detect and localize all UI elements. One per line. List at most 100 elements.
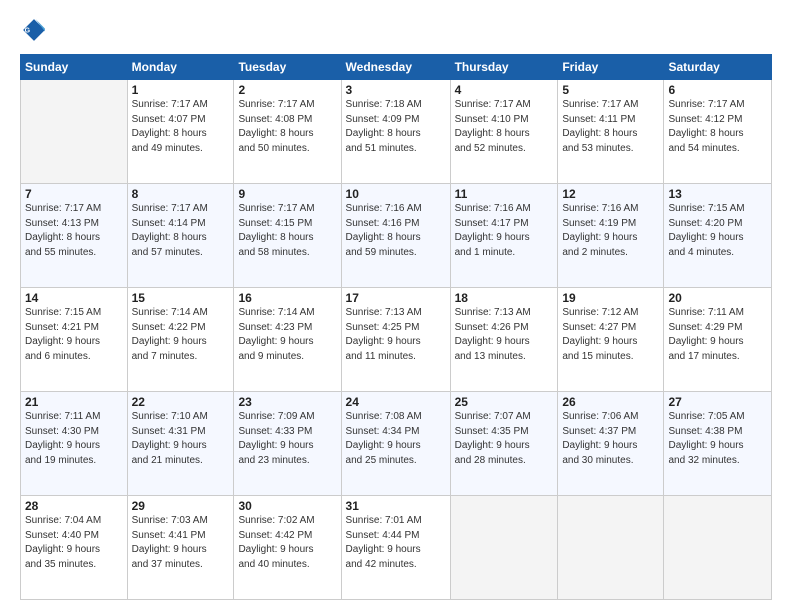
day-detail: Sunrise: 7:17 AMSunset: 4:14 PMDaylight:… [132,202,230,260]
day-header-saturday: Saturday [664,55,772,80]
calendar-header-row: SundayMondayTuesdayWednesdayThursdayFrid… [21,55,772,80]
day-header-thursday: Thursday [450,55,558,80]
calendar-day-cell: 26Sunrise: 7:06 AMSunset: 4:37 PMDayligh… [558,392,664,496]
day-number: 9 [238,187,336,201]
calendar-table: SundayMondayTuesdayWednesdayThursdayFrid… [20,54,772,600]
day-detail: Sunrise: 7:17 AMSunset: 4:10 PMDaylight:… [455,98,554,156]
day-detail: Sunrise: 7:16 AMSunset: 4:17 PMDaylight:… [455,202,554,260]
calendar-day-cell: 2Sunrise: 7:17 AMSunset: 4:08 PMDaylight… [234,80,341,184]
day-number: 11 [455,187,554,201]
calendar-day-cell: 11Sunrise: 7:16 AMSunset: 4:17 PMDayligh… [450,184,558,288]
day-detail: Sunrise: 7:15 AMSunset: 4:20 PMDaylight:… [668,202,767,260]
day-header-wednesday: Wednesday [341,55,450,80]
day-number: 15 [132,291,230,305]
day-detail: Sunrise: 7:03 AMSunset: 4:41 PMDaylight:… [132,514,230,572]
calendar-week-row: 21Sunrise: 7:11 AMSunset: 4:30 PMDayligh… [21,392,772,496]
calendar-day-cell: 10Sunrise: 7:16 AMSunset: 4:16 PMDayligh… [341,184,450,288]
calendar-day-cell [558,496,664,600]
calendar-day-cell: 6Sunrise: 7:17 AMSunset: 4:12 PMDaylight… [664,80,772,184]
day-detail: Sunrise: 7:17 AMSunset: 4:12 PMDaylight:… [668,98,767,156]
day-detail: Sunrise: 7:15 AMSunset: 4:21 PMDaylight:… [25,306,123,364]
day-number: 23 [238,395,336,409]
calendar-day-cell: 14Sunrise: 7:15 AMSunset: 4:21 PMDayligh… [21,288,128,392]
day-header-monday: Monday [127,55,234,80]
calendar-day-cell: 8Sunrise: 7:17 AMSunset: 4:14 PMDaylight… [127,184,234,288]
day-detail: Sunrise: 7:18 AMSunset: 4:09 PMDaylight:… [346,98,446,156]
day-detail: Sunrise: 7:12 AMSunset: 4:27 PMDaylight:… [562,306,659,364]
calendar-day-cell: 27Sunrise: 7:05 AMSunset: 4:38 PMDayligh… [664,392,772,496]
day-detail: Sunrise: 7:07 AMSunset: 4:35 PMDaylight:… [455,410,554,468]
calendar-week-row: 7Sunrise: 7:17 AMSunset: 4:13 PMDaylight… [21,184,772,288]
day-detail: Sunrise: 7:14 AMSunset: 4:22 PMDaylight:… [132,306,230,364]
day-number: 7 [25,187,123,201]
calendar-week-row: 28Sunrise: 7:04 AMSunset: 4:40 PMDayligh… [21,496,772,600]
day-detail: Sunrise: 7:13 AMSunset: 4:25 PMDaylight:… [346,306,446,364]
day-header-friday: Friday [558,55,664,80]
day-detail: Sunrise: 7:02 AMSunset: 4:42 PMDaylight:… [238,514,336,572]
calendar-day-cell: 22Sunrise: 7:10 AMSunset: 4:31 PMDayligh… [127,392,234,496]
day-detail: Sunrise: 7:16 AMSunset: 4:19 PMDaylight:… [562,202,659,260]
day-number: 8 [132,187,230,201]
day-detail: Sunrise: 7:17 AMSunset: 4:07 PMDaylight:… [132,98,230,156]
calendar-day-cell: 7Sunrise: 7:17 AMSunset: 4:13 PMDaylight… [21,184,128,288]
calendar-day-cell: 24Sunrise: 7:08 AMSunset: 4:34 PMDayligh… [341,392,450,496]
calendar-day-cell: 18Sunrise: 7:13 AMSunset: 4:26 PMDayligh… [450,288,558,392]
calendar-week-row: 1Sunrise: 7:17 AMSunset: 4:07 PMDaylight… [21,80,772,184]
day-detail: Sunrise: 7:17 AMSunset: 4:08 PMDaylight:… [238,98,336,156]
day-detail: Sunrise: 7:14 AMSunset: 4:23 PMDaylight:… [238,306,336,364]
svg-text:G: G [25,27,31,34]
day-detail: Sunrise: 7:06 AMSunset: 4:37 PMDaylight:… [562,410,659,468]
day-number: 4 [455,83,554,97]
day-detail: Sunrise: 7:09 AMSunset: 4:33 PMDaylight:… [238,410,336,468]
calendar-day-cell: 4Sunrise: 7:17 AMSunset: 4:10 PMDaylight… [450,80,558,184]
day-detail: Sunrise: 7:08 AMSunset: 4:34 PMDaylight:… [346,410,446,468]
calendar-day-cell: 19Sunrise: 7:12 AMSunset: 4:27 PMDayligh… [558,288,664,392]
day-detail: Sunrise: 7:05 AMSunset: 4:38 PMDaylight:… [668,410,767,468]
calendar-day-cell: 5Sunrise: 7:17 AMSunset: 4:11 PMDaylight… [558,80,664,184]
calendar-day-cell: 28Sunrise: 7:04 AMSunset: 4:40 PMDayligh… [21,496,128,600]
day-detail: Sunrise: 7:04 AMSunset: 4:40 PMDaylight:… [25,514,123,572]
calendar-day-cell: 21Sunrise: 7:11 AMSunset: 4:30 PMDayligh… [21,392,128,496]
day-number: 2 [238,83,336,97]
day-number: 16 [238,291,336,305]
calendar-day-cell: 31Sunrise: 7:01 AMSunset: 4:44 PMDayligh… [341,496,450,600]
calendar-day-cell: 12Sunrise: 7:16 AMSunset: 4:19 PMDayligh… [558,184,664,288]
header: G [20,16,772,44]
day-number: 6 [668,83,767,97]
day-number: 5 [562,83,659,97]
day-header-sunday: Sunday [21,55,128,80]
day-number: 18 [455,291,554,305]
day-number: 13 [668,187,767,201]
calendar-day-cell: 25Sunrise: 7:07 AMSunset: 4:35 PMDayligh… [450,392,558,496]
day-detail: Sunrise: 7:17 AMSunset: 4:11 PMDaylight:… [562,98,659,156]
day-detail: Sunrise: 7:17 AMSunset: 4:15 PMDaylight:… [238,202,336,260]
day-number: 21 [25,395,123,409]
day-detail: Sunrise: 7:16 AMSunset: 4:16 PMDaylight:… [346,202,446,260]
calendar-day-cell: 20Sunrise: 7:11 AMSunset: 4:29 PMDayligh… [664,288,772,392]
day-number: 24 [346,395,446,409]
calendar-day-cell: 29Sunrise: 7:03 AMSunset: 4:41 PMDayligh… [127,496,234,600]
calendar-day-cell: 9Sunrise: 7:17 AMSunset: 4:15 PMDaylight… [234,184,341,288]
calendar-day-cell [450,496,558,600]
calendar-day-cell: 30Sunrise: 7:02 AMSunset: 4:42 PMDayligh… [234,496,341,600]
calendar-day-cell: 13Sunrise: 7:15 AMSunset: 4:20 PMDayligh… [664,184,772,288]
day-number: 1 [132,83,230,97]
calendar-week-row: 14Sunrise: 7:15 AMSunset: 4:21 PMDayligh… [21,288,772,392]
day-detail: Sunrise: 7:11 AMSunset: 4:30 PMDaylight:… [25,410,123,468]
day-number: 19 [562,291,659,305]
calendar-day-cell: 17Sunrise: 7:13 AMSunset: 4:25 PMDayligh… [341,288,450,392]
day-header-tuesday: Tuesday [234,55,341,80]
day-number: 30 [238,499,336,513]
logo-icon: G [20,16,48,44]
day-number: 14 [25,291,123,305]
day-number: 26 [562,395,659,409]
page: G SundayMondayTuesdayWednesdayThursdayFr… [0,0,792,612]
day-number: 28 [25,499,123,513]
logo: G [20,16,54,44]
day-number: 31 [346,499,446,513]
day-detail: Sunrise: 7:01 AMSunset: 4:44 PMDaylight:… [346,514,446,572]
day-number: 3 [346,83,446,97]
day-detail: Sunrise: 7:10 AMSunset: 4:31 PMDaylight:… [132,410,230,468]
day-detail: Sunrise: 7:17 AMSunset: 4:13 PMDaylight:… [25,202,123,260]
day-number: 29 [132,499,230,513]
